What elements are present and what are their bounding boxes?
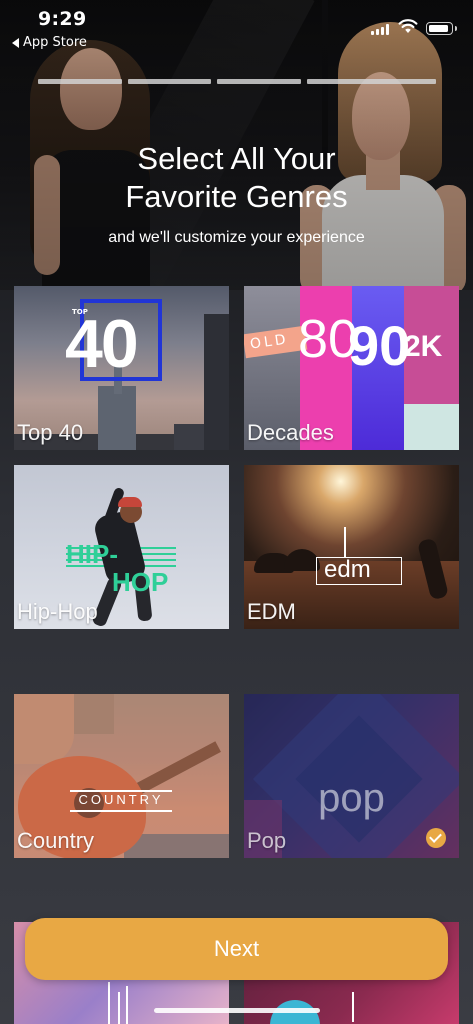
genre-tile-pop[interactable]: pop Pop [244,694,459,858]
pop-art-word: pop [318,776,385,820]
wifi-icon [398,19,418,33]
cellular-signal-icon [371,24,389,35]
progress-segment [38,79,122,84]
status-time: 9:29 [38,8,87,30]
genre-tile-edm[interactable]: edm EDM [244,465,459,629]
genre-tile-hip-hop[interactable]: HIP- HOP Hip-Hop [14,465,229,629]
progress-segment [306,79,436,84]
back-arrow-icon [12,37,19,48]
onboarding-progress [38,79,436,84]
decades-art-90: 90 [348,314,411,377]
genre-tile-decades[interactable]: OLD 80 90 2K Decades [244,286,459,450]
checkmark-icon [426,828,446,848]
title-line-2: Favorite Genres [125,179,348,214]
top40-logo-number: 40 [65,306,139,382]
edm-art-word: edm [324,556,371,583]
page-title: Select All Your Favorite Genres [0,140,473,216]
progress-segment [127,79,212,84]
hiphop-art-line-1: HIP- [66,539,118,569]
next-button[interactable]: Next [25,918,448,980]
genre-tile-label: EDM [247,599,296,624]
genre-tile-label: Hip-Hop [17,599,98,624]
genre-tile-label: Country [17,828,95,853]
battery-icon [426,22,457,35]
country-art-word: COUNTRY [78,792,164,807]
status-bar: 9:29 App Store [0,0,473,56]
genre-tile-label: Top 40 [17,420,84,445]
genre-selection-screen: 9:29 App Store Select All Your Favorite … [0,0,473,1024]
genre-tile-country[interactable]: COUNTRY Country [14,694,229,858]
back-link-label: App Store [23,35,87,50]
genre-tile-top-40[interactable]: TOP 40 Top 40 [14,286,229,450]
page-subtitle: and we'll customize your experience [108,229,365,246]
progress-segment [217,79,301,84]
home-indicator [154,1008,320,1013]
genre-tile-label: Pop [247,828,287,853]
back-to-app-store-link[interactable]: App Store [12,35,87,50]
title-line-1: Select All Your [137,141,336,176]
hiphop-art-line-2: HOP [112,567,169,597]
genre-tile-label: Decades [247,420,334,445]
decades-art-2k: 2K [404,330,443,363]
